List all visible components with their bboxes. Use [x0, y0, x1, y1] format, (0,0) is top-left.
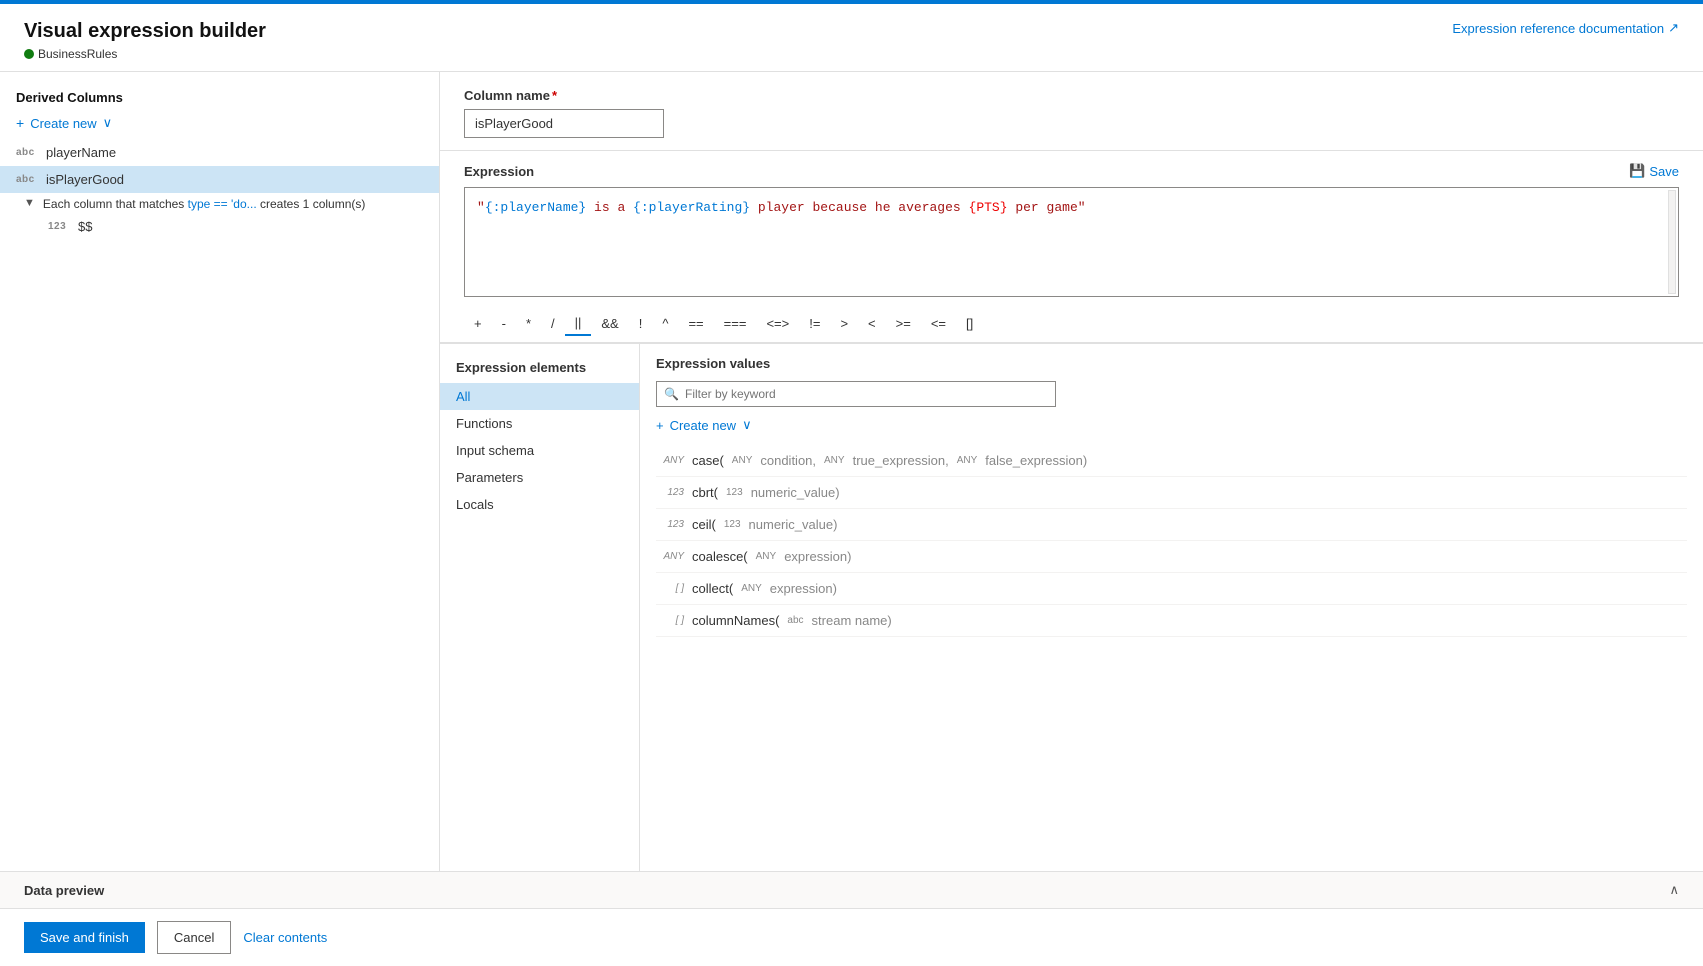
content-area: Column name* Expression 💾 Save "{:player… [440, 72, 1703, 871]
chevron-down-pattern-icon: ▼ [24, 197, 35, 209]
business-rules: BusinessRules [24, 47, 266, 61]
save-icon: 💾 [1629, 163, 1645, 179]
func-item-cbrt[interactable]: 123 cbrt( 123 numeric_value) [656, 477, 1687, 509]
expression-values-panel: Expression values 🔍 + Create new ∨ ANY c… [640, 344, 1703, 871]
func-item-columnNames[interactable]: [ ] columnNames( abc stream name) [656, 605, 1687, 637]
op-lte[interactable]: <= [921, 312, 956, 335]
filter-wrap: 🔍 [656, 381, 1687, 407]
save-expression-button[interactable]: 💾 Save [1629, 163, 1679, 179]
column-name-input[interactable] [464, 109, 664, 138]
op-multiply[interactable]: * [516, 312, 541, 335]
func-type-arr-collect: [ ] [656, 583, 684, 594]
func-item-coalesce[interactable]: ANY coalesce( ANY expression) [656, 541, 1687, 573]
type-badge-abc: abc [16, 147, 40, 158]
pattern-link[interactable]: type == 'do... [188, 197, 257, 211]
op-spaceship[interactable]: <=> [756, 312, 799, 335]
item-name-isPlayerGood: isPlayerGood [46, 172, 124, 187]
expression-code: "{:playerName} is a {:playerRating} play… [477, 198, 1666, 219]
op-bracket[interactable]: [] [956, 312, 983, 335]
func-type-123: 123 [656, 487, 684, 498]
chevron-down-icon: ∨ [103, 115, 113, 131]
pattern-sub-name: $$ [78, 219, 92, 234]
sidebar-item-playerName[interactable]: abc playerName [0, 139, 439, 166]
func-item-collect[interactable]: [ ] collect( ANY expression) [656, 573, 1687, 605]
type-badge-abc2: abc [16, 174, 40, 185]
func-type-any: ANY [656, 455, 684, 466]
expression-header: Expression 💾 Save [464, 163, 1679, 179]
pattern-sub: 123 $$ [0, 215, 439, 238]
create-new-button[interactable]: + Create new ∨ [0, 111, 439, 139]
column-name-section: Column name* [440, 72, 1703, 151]
op-gte[interactable]: >= [886, 312, 921, 335]
expression-section: Expression 💾 Save "{:playerName} is a {:… [440, 151, 1703, 305]
create-new-value-button[interactable]: + Create new ∨ [656, 417, 1687, 433]
cancel-button[interactable]: Cancel [157, 921, 231, 954]
filter-input[interactable] [656, 381, 1056, 407]
header-left: Visual expression builder BusinessRules [24, 20, 266, 61]
expression-label: Expression [464, 164, 534, 179]
header-right[interactable]: Expression reference documentation ↗ [1452, 20, 1679, 36]
column-name-label: Column name* [464, 88, 1679, 103]
pattern-text: Each column that matches type == 'do... … [43, 197, 365, 211]
doc-link[interactable]: Expression reference documentation ↗ [1452, 20, 1679, 36]
pattern-row: ▼ Each column that matches type == 'do..… [0, 193, 439, 215]
elem-item-parameters[interactable]: Parameters [440, 464, 639, 491]
business-rules-label: BusinessRules [38, 47, 117, 61]
data-preview-title: Data preview [24, 883, 104, 898]
op-plus[interactable]: + [464, 312, 492, 335]
expr-values-title: Expression values [656, 356, 1687, 371]
type-badge-123: 123 [48, 221, 72, 232]
data-preview-bar[interactable]: Data preview ∧ [0, 871, 1703, 908]
expression-elements-panel: Expression elements All Functions Input … [440, 344, 640, 871]
elem-item-locals[interactable]: Locals [440, 491, 639, 518]
search-icon: 🔍 [664, 387, 679, 401]
op-eq[interactable]: == [678, 312, 713, 335]
bottom-bar: Save and finish Cancel Clear contents [0, 908, 1703, 966]
header: Visual expression builder BusinessRules … [0, 4, 1703, 72]
elem-item-all[interactable]: All [440, 383, 639, 410]
create-new-label: Create new [30, 116, 96, 131]
clear-contents-button[interactable]: Clear contents [243, 930, 327, 945]
operators-bar: + - * / || && ! ^ == === <=> != > < >= <… [440, 305, 1703, 343]
derived-columns-title: Derived Columns [0, 84, 439, 111]
item-name-playerName: playerName [46, 145, 116, 160]
expression-editor[interactable]: "{:playerName} is a {:playerRating} play… [464, 187, 1679, 297]
sidebar: Derived Columns + Create new ∨ abc playe… [0, 72, 440, 871]
op-lt[interactable]: < [858, 312, 886, 335]
op-or[interactable]: || [565, 311, 592, 336]
expr-elements-title: Expression elements [440, 356, 639, 383]
sidebar-item-isPlayerGood[interactable]: abc isPlayerGood [0, 166, 439, 193]
plus-icon-val: + [656, 418, 664, 433]
func-type-any-coalesce: ANY [656, 551, 684, 562]
plus-icon: + [16, 115, 24, 131]
chevron-up-icon: ∧ [1669, 882, 1679, 898]
op-gt[interactable]: > [830, 312, 858, 335]
func-item-ceil[interactable]: 123 ceil( 123 numeric_value) [656, 509, 1687, 541]
page-title: Visual expression builder [24, 20, 266, 43]
func-type-arr-columnNames: [ ] [656, 615, 684, 626]
func-type-123-ceil: 123 [656, 519, 684, 530]
external-link-icon: ↗ [1668, 20, 1679, 36]
op-minus[interactable]: - [492, 312, 516, 335]
lower-panel: Expression elements All Functions Input … [440, 343, 1703, 871]
op-strict-eq[interactable]: === [714, 312, 757, 335]
business-rules-icon [24, 49, 34, 59]
function-list: ANY case( ANY condition, ANY true_expres… [656, 445, 1687, 637]
op-not[interactable]: ! [629, 312, 653, 335]
op-divide[interactable]: / [541, 312, 565, 335]
op-neq[interactable]: != [799, 312, 830, 335]
elem-item-functions[interactable]: Functions [440, 410, 639, 437]
chevron-down-val-icon: ∨ [742, 417, 752, 433]
op-and[interactable]: && [591, 312, 628, 335]
save-finish-button[interactable]: Save and finish [24, 922, 145, 953]
main-content: Derived Columns + Create new ∨ abc playe… [0, 72, 1703, 871]
func-item-case[interactable]: ANY case( ANY condition, ANY true_expres… [656, 445, 1687, 477]
elem-item-input-schema[interactable]: Input schema [440, 437, 639, 464]
op-caret[interactable]: ^ [652, 312, 678, 335]
scrollbar-right[interactable] [1668, 190, 1676, 294]
